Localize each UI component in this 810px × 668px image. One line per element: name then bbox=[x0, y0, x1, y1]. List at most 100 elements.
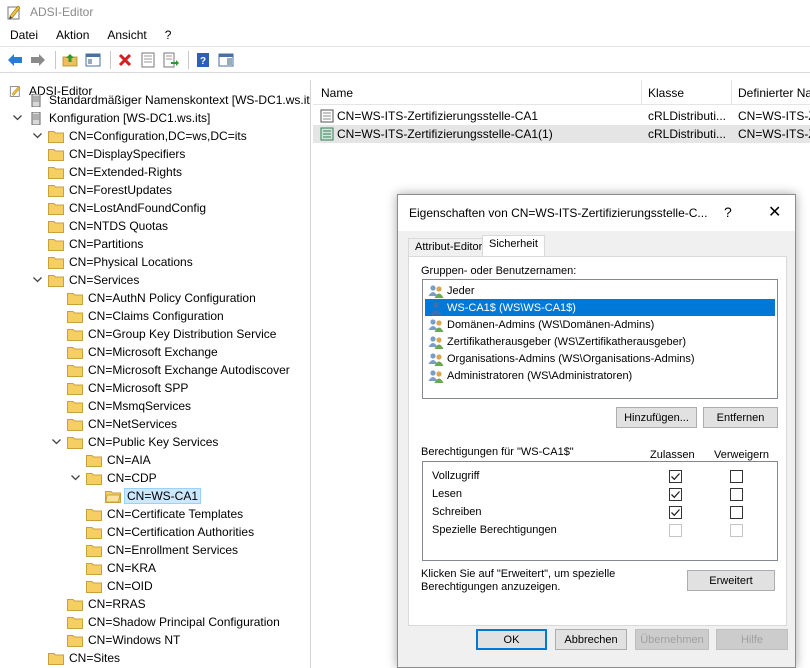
tree-item[interactable]: CN=Public Key Services bbox=[50, 433, 220, 451]
tree-item[interactable]: CN=Sites bbox=[31, 649, 122, 667]
expanded-chevron-icon[interactable] bbox=[31, 130, 43, 142]
tree-item-label: CN=AuthN Policy Configuration bbox=[88, 291, 256, 305]
column-header-klasse[interactable]: Klasse bbox=[648, 86, 684, 100]
tree-item[interactable]: CN=NTDS Quotas bbox=[31, 217, 170, 235]
tree-item-label: CN=Physical Locations bbox=[69, 255, 193, 269]
tree-item[interactable]: CN=Configuration,DC=ws,DC=its bbox=[31, 127, 249, 145]
permission-row: Spezielle Berechtigungen bbox=[423, 521, 777, 539]
expanded-chevron-icon[interactable] bbox=[31, 274, 43, 286]
tree-item[interactable]: CN=Physical Locations bbox=[31, 253, 195, 271]
tree-item[interactable]: CN=KRA bbox=[69, 559, 158, 577]
deny-checkbox[interactable] bbox=[730, 506, 743, 519]
user-list-item[interactable]: Jeder bbox=[425, 282, 775, 299]
allow-checkbox[interactable] bbox=[669, 488, 682, 501]
column-divider[interactable] bbox=[731, 80, 732, 105]
list-row[interactable]: CN=WS-ITS-Zertifizierungsstelle-CA1 cRLD… bbox=[313, 107, 810, 125]
forward-button[interactable] bbox=[28, 50, 48, 70]
menu-datei[interactable]: Datei bbox=[0, 28, 46, 42]
dialog-close-button[interactable]: ✕ bbox=[768, 202, 781, 222]
tree-item[interactable]: CN=LostAndFoundConfig bbox=[31, 199, 208, 217]
action-pane-button[interactable] bbox=[216, 50, 236, 70]
tree-item[interactable]: CN=Microsoft Exchange bbox=[50, 343, 220, 361]
tree-item[interactable]: Konfiguration [WS-DC1.ws.its] bbox=[11, 109, 212, 127]
tree-item[interactable]: CN=Services bbox=[31, 271, 141, 289]
remove-button[interactable]: Entfernen bbox=[703, 407, 778, 428]
show-hide-tree-button[interactable] bbox=[83, 50, 103, 70]
tree-expander bbox=[31, 166, 43, 178]
tree-item-label: CN=KRA bbox=[107, 561, 157, 575]
tree-item[interactable]: CN=Shadow Principal Configuration bbox=[50, 613, 282, 631]
expanded-chevron-icon[interactable] bbox=[11, 112, 23, 124]
deny-checkbox[interactable] bbox=[730, 470, 743, 483]
export-list-button[interactable] bbox=[161, 50, 181, 70]
tree-item[interactable]: CN=AIA bbox=[69, 451, 153, 469]
folder-icon bbox=[67, 400, 83, 413]
add-button[interactable]: Hinzufügen... bbox=[616, 407, 697, 428]
folder-icon bbox=[86, 544, 102, 557]
help-dialog-button[interactable]: Hilfe bbox=[716, 629, 788, 650]
tree-item[interactable]: CN=NetServices bbox=[50, 415, 179, 433]
tree-item[interactable]: CN=Claims Configuration bbox=[50, 307, 226, 325]
tree-item[interactable]: CN=OID bbox=[69, 577, 155, 595]
tree-item[interactable]: Standardmäßiger Namenskontext [WS-DC1.ws… bbox=[11, 91, 310, 109]
permission-row: Vollzugriff bbox=[423, 467, 777, 485]
advanced-button[interactable]: Erweitert bbox=[687, 570, 775, 591]
column-header-name[interactable]: Name bbox=[321, 86, 353, 100]
tree-item-label: CN=Services bbox=[69, 273, 140, 287]
tree-item[interactable]: CN=Group Key Distribution Service bbox=[50, 325, 278, 343]
menu-help[interactable]: ? bbox=[155, 28, 180, 42]
tree-expander bbox=[69, 526, 81, 538]
expanded-chevron-icon[interactable] bbox=[50, 436, 62, 448]
user-name: Jeder bbox=[447, 284, 475, 297]
tree-item[interactable]: CN=AuthN Policy Configuration bbox=[50, 289, 258, 307]
tree-item[interactable]: CN=ForestUpdates bbox=[31, 181, 174, 199]
tree-item[interactable]: CN=RRAS bbox=[50, 595, 148, 613]
tree-item[interactable]: CN=WS-CA1 bbox=[88, 487, 202, 505]
allow-checkbox[interactable] bbox=[669, 524, 682, 537]
tree-item[interactable]: CN=Windows NT bbox=[50, 631, 182, 649]
help-button[interactable]: ? bbox=[193, 50, 213, 70]
delete-button[interactable] bbox=[115, 50, 135, 70]
tree-item[interactable]: CN=Partitions bbox=[31, 235, 145, 253]
user-name: Domänen-Admins (WS\Domänen-Admins) bbox=[447, 318, 655, 331]
menu-ansicht[interactable]: Ansicht bbox=[97, 28, 154, 42]
tree-item[interactable]: CN=DisplaySpecifiers bbox=[31, 145, 187, 163]
up-folder-button[interactable] bbox=[60, 50, 80, 70]
dialog-help-button[interactable]: ? bbox=[724, 204, 732, 220]
user-list-item[interactable]: Zertifikatherausgeber (WS\Zertifikathera… bbox=[425, 333, 775, 350]
tree-item[interactable]: CN=Microsoft Exchange Autodiscover bbox=[50, 361, 292, 379]
user-list-item[interactable]: Administratoren (WS\Administratoren) bbox=[425, 367, 775, 384]
tree-item[interactable]: CN=MsmqServices bbox=[50, 397, 193, 415]
tree-expander bbox=[69, 544, 81, 556]
column-divider[interactable] bbox=[641, 80, 642, 105]
user-list-item[interactable]: Organisations-Admins (WS\Organisations-A… bbox=[425, 350, 775, 367]
column-header-definierter-name[interactable]: Definierter Na bbox=[738, 86, 810, 100]
list-header: Name Klasse Definierter Na bbox=[313, 80, 810, 105]
expanded-chevron-icon[interactable] bbox=[69, 472, 81, 484]
properties-button[interactable] bbox=[138, 50, 158, 70]
tree-item[interactable]: CN=Extended-Rights bbox=[31, 163, 184, 181]
list-row-selected[interactable]: CN=WS-ITS-Zertifizierungsstelle-CA1(1) c… bbox=[313, 125, 810, 143]
tree-item[interactable]: CN=Microsoft SPP bbox=[50, 379, 190, 397]
apply-button[interactable]: Übernehmen bbox=[635, 629, 709, 650]
deny-checkbox[interactable] bbox=[730, 488, 743, 501]
allow-checkbox[interactable] bbox=[669, 470, 682, 483]
users-listbox[interactable]: Jeder WS-CA1$ (WS\WS-CA1$) Domänen-Admins … bbox=[422, 279, 778, 399]
user-list-item[interactable]: Domänen-Admins (WS\Domänen-Admins) bbox=[425, 316, 775, 333]
cancel-button[interactable]: Abbrechen bbox=[555, 629, 627, 650]
tree-item[interactable]: CN=Enrollment Services bbox=[69, 541, 240, 559]
tab-attribut-editor[interactable]: Attribut-Editor bbox=[408, 238, 490, 257]
tree-item[interactable]: CN=Certificate Templates bbox=[69, 505, 245, 523]
tree-item[interactable]: CN=Certification Authorities bbox=[69, 523, 256, 541]
back-button[interactable] bbox=[5, 50, 25, 70]
row-name: CN=WS-ITS-Zertifizierungsstelle-CA1 bbox=[337, 109, 539, 123]
deny-checkbox[interactable] bbox=[730, 524, 743, 537]
user-list-item[interactable]: WS-CA1$ (WS\WS-CA1$) bbox=[425, 299, 775, 316]
tree-expander bbox=[31, 238, 43, 250]
tree-expander bbox=[50, 598, 62, 610]
allow-checkbox[interactable] bbox=[669, 506, 682, 519]
tree-item[interactable]: CN=CDP bbox=[69, 469, 159, 487]
tab-sicherheit[interactable]: Sicherheit bbox=[482, 235, 545, 257]
menu-aktion[interactable]: Aktion bbox=[46, 28, 97, 42]
ok-button[interactable]: OK bbox=[476, 629, 547, 650]
